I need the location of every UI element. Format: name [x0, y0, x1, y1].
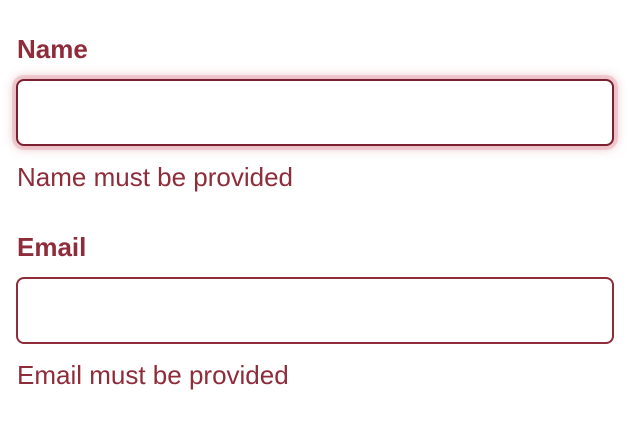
- email-error-message: Email must be provided: [17, 360, 289, 390]
- email-input[interactable]: [16, 277, 614, 344]
- signup-form: Name Name must be provided Email Email m…: [0, 0, 632, 430]
- name-input[interactable]: [16, 79, 614, 146]
- name-error-message: Name must be provided: [17, 162, 294, 192]
- email-label: Email: [17, 232, 87, 262]
- name-label: Name: [17, 34, 88, 64]
